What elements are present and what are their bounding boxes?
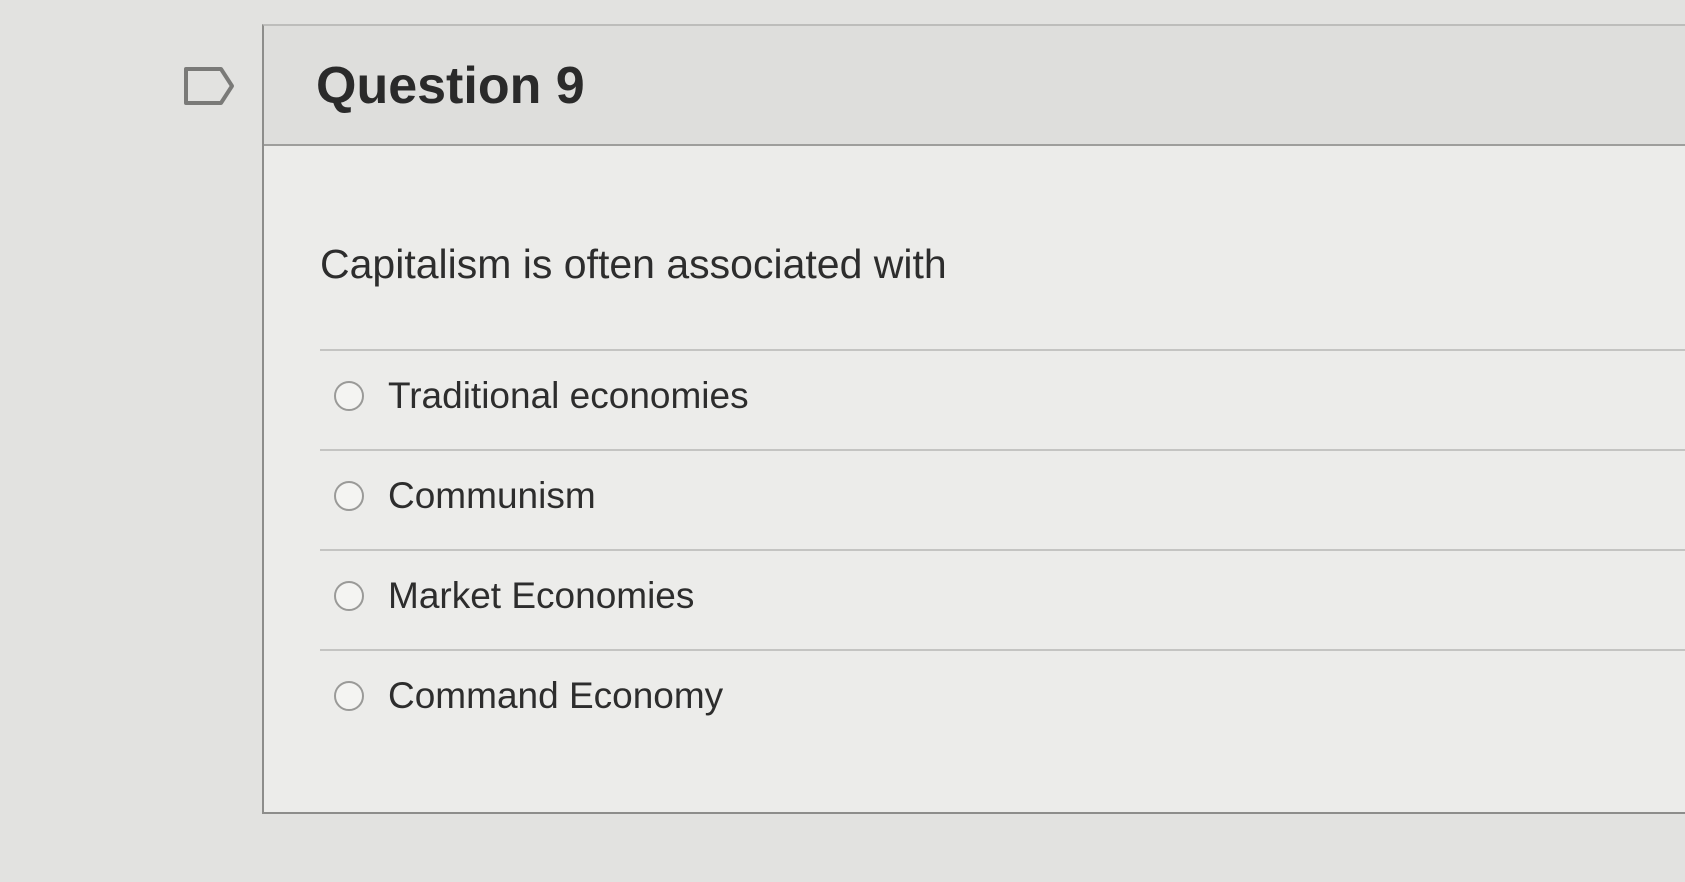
radio-button-icon[interactable] <box>334 581 364 611</box>
answer-label[interactable]: Market Economies <box>388 575 694 617</box>
answer-option[interactable]: Command Economy <box>320 649 1685 749</box>
answer-label[interactable]: Traditional economies <box>388 375 749 417</box>
question-card: Question 9 Capitalism is often associate… <box>262 24 1685 814</box>
radio-button-icon[interactable] <box>334 381 364 411</box>
answer-option[interactable]: Market Economies <box>320 549 1685 649</box>
answer-option[interactable]: Communism <box>320 449 1685 549</box>
flag-question-icon[interactable] <box>183 66 235 106</box>
question-header: Question 9 <box>264 26 1685 146</box>
answer-option[interactable]: Traditional economies <box>320 349 1685 449</box>
question-prompt: Capitalism is often associated with <box>320 241 947 287</box>
radio-button-icon[interactable] <box>334 481 364 511</box>
answer-label[interactable]: Communism <box>388 475 596 517</box>
question-title: Question 9 <box>316 57 585 115</box>
radio-button-icon[interactable] <box>334 681 364 711</box>
answer-label[interactable]: Command Economy <box>388 675 723 717</box>
answer-list: Traditional economies Communism Market E… <box>320 349 1685 749</box>
